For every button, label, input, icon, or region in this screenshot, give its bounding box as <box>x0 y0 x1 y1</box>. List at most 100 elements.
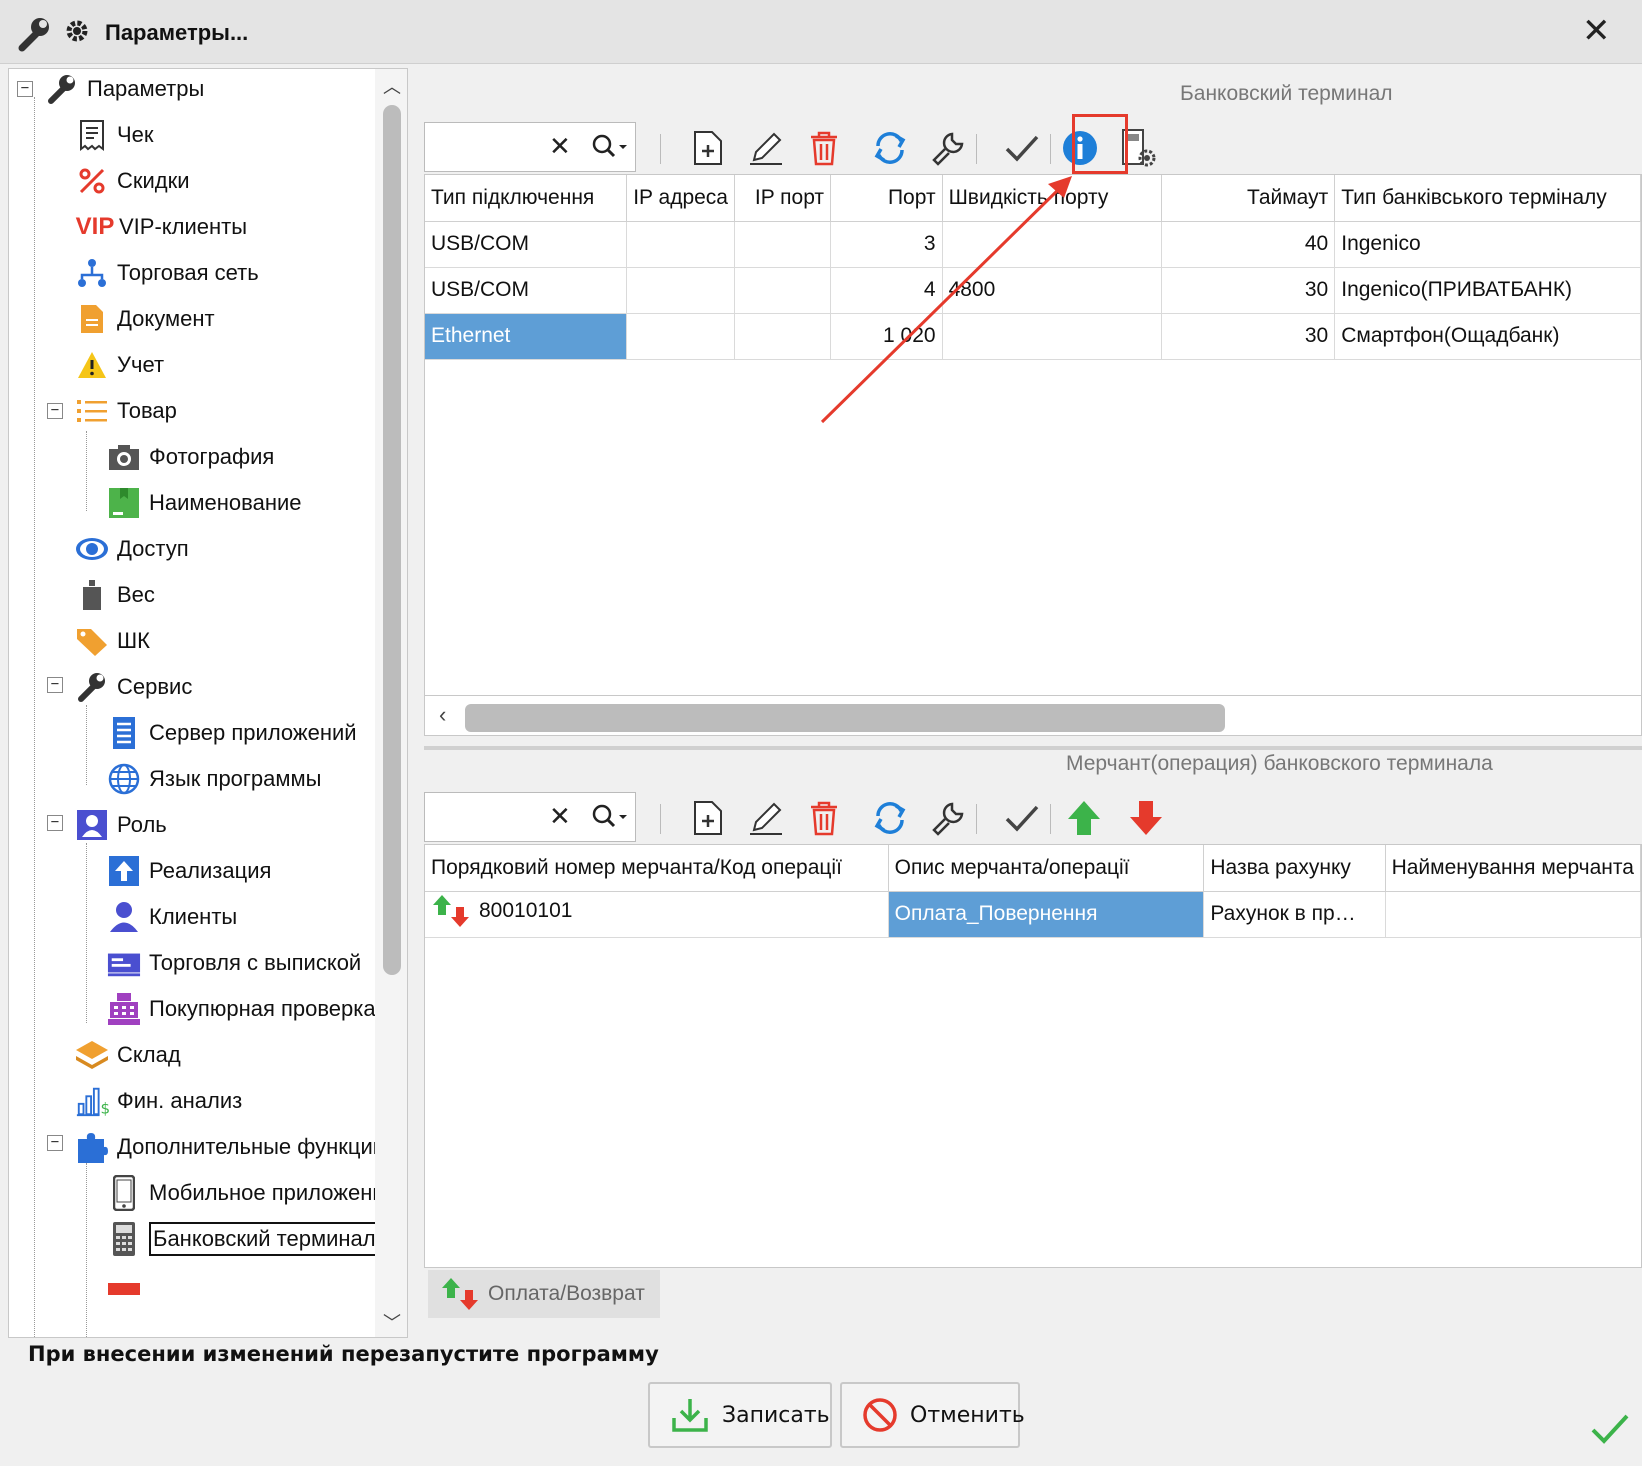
search-input[interactable]: ✕ <box>424 792 636 842</box>
column-header[interactable]: IP порт <box>734 175 832 222</box>
table-cell-selected[interactable]: Оплата_Повернення <box>888 891 1205 938</box>
close-icon[interactable]: ✕ <box>1582 14 1611 48</box>
tree-item-app-server[interactable]: Сервер приложений <box>107 713 357 753</box>
tree-item-bank-terminal[interactable]: Банковский терминал <box>107 1219 380 1259</box>
refresh-icon[interactable] <box>868 796 912 840</box>
tree-item-access[interactable]: Доступ <box>75 529 189 569</box>
search-input[interactable]: ✕ <box>424 122 636 172</box>
payment-refund-tab[interactable]: Оплата/Возврат <box>428 1270 660 1318</box>
table-cell-selected[interactable]: Ethernet <box>425 313 628 360</box>
table-cell[interactable] <box>734 313 832 360</box>
scrollbar-thumb[interactable] <box>465 704 1225 732</box>
table-cell[interactable]: Ingenico <box>1334 221 1641 268</box>
table-cell[interactable] <box>942 221 1163 268</box>
tree-item-photo[interactable]: Фотография <box>107 437 274 477</box>
column-header[interactable]: Таймаут <box>1161 175 1336 222</box>
settings-tree[interactable]: − − − − − Параметры Чек Скидки VIP VIP-к… <box>8 68 408 1338</box>
table-cell[interactable]: 1 020 <box>830 313 943 360</box>
arrow-up-icon[interactable] <box>1062 796 1106 840</box>
table-cell[interactable]: 30 <box>1161 313 1336 360</box>
delete-icon[interactable] <box>802 796 846 840</box>
tree-collapse-toggle[interactable]: − <box>47 403 63 419</box>
table-cell[interactable]: USB/COM <box>425 267 628 314</box>
tree-item-sales[interactable]: Реализация <box>107 851 271 891</box>
tree-item-fin-analysis[interactable]: $ Фин. анализ <box>75 1081 242 1121</box>
refresh-icon[interactable] <box>868 126 912 170</box>
column-header[interactable]: Порядковий номер мерчанта/Код операції <box>425 845 889 892</box>
table-cell[interactable]: 4800 <box>942 267 1163 314</box>
chevron-down-icon[interactable]: ﹀ <box>383 1309 401 1335</box>
settings-wrench-icon[interactable] <box>926 796 970 840</box>
table-cell[interactable]: Рахунок в пр… <box>1203 891 1386 938</box>
clear-search-icon[interactable]: ✕ <box>549 131 571 162</box>
edit-icon[interactable] <box>744 796 788 840</box>
table-row[interactable]: USB/COM 3 40 Ingenico <box>425 221 1641 268</box>
tree-item-name[interactable]: Наименование <box>107 483 302 523</box>
tree-item-weight[interactable]: Вес <box>75 575 155 615</box>
table-row[interactable]: USB/COM 4 4800 30 Ingenico(ПРИВАТБАНК) <box>425 267 1641 314</box>
table-cell[interactable]: 3 <box>830 221 943 268</box>
column-header[interactable]: Швидкість порту <box>942 175 1163 222</box>
chevron-left-icon[interactable]: ‹ <box>439 702 446 728</box>
table-cell[interactable]: Смартфон(Ощадбанк) <box>1334 313 1641 360</box>
column-header[interactable]: Назва рахунку <box>1203 845 1386 892</box>
table-cell[interactable]: 40 <box>1161 221 1336 268</box>
tree-item-role[interactable]: Роль <box>75 805 167 845</box>
tree-item-goods[interactable]: Товар <box>75 391 177 431</box>
tree-item-accounting[interactable]: Учет <box>75 345 164 385</box>
tree-collapse-toggle[interactable]: − <box>17 81 33 97</box>
save-button[interactable]: Записать <box>648 1382 832 1448</box>
tree-item-document[interactable]: Документ <box>75 299 215 339</box>
column-header[interactable]: Порт <box>830 175 943 222</box>
tree-item-parameters[interactable]: Параметры <box>45 69 204 109</box>
panel-splitter[interactable] <box>424 746 1642 750</box>
clear-search-icon[interactable]: ✕ <box>549 801 571 832</box>
tree-item-barcode[interactable]: ШК <box>75 621 150 661</box>
tree-item-language[interactable]: Язык программы <box>107 759 321 799</box>
tree-item-extra-functions[interactable]: Дополнительные функции <box>75 1127 385 1167</box>
tree-item-warehouse[interactable]: Склад <box>75 1035 181 1075</box>
search-icon[interactable] <box>591 803 627 836</box>
table-cell[interactable] <box>626 267 736 314</box>
cancel-button[interactable]: Отменить <box>840 1382 1025 1448</box>
table-cell[interactable] <box>734 221 832 268</box>
table-cell[interactable]: 80010101 <box>425 891 889 938</box>
settings-wrench-icon[interactable] <box>926 126 970 170</box>
apply-check-icon[interactable] <box>1000 126 1044 170</box>
table-cell[interactable]: 30 <box>1161 267 1336 314</box>
chevron-up-icon[interactable]: ︿ <box>383 73 401 99</box>
tree-item-clients[interactable]: Клиенты <box>107 897 237 937</box>
tree-collapse-toggle[interactable]: − <box>47 815 63 831</box>
column-header[interactable]: Тип банківського терміналу <box>1334 175 1641 222</box>
tree-collapse-toggle[interactable]: − <box>47 1135 63 1151</box>
tree-scrollbar[interactable]: ︿ ﹀ <box>375 69 407 1337</box>
table-row[interactable]: 80010101 Оплата_Повернення Рахунок в пр… <box>425 891 1641 938</box>
column-header[interactable]: IP адреса <box>626 175 736 222</box>
apply-check-icon[interactable] <box>1000 796 1044 840</box>
tree-item-partial[interactable] <box>107 1265 149 1305</box>
search-icon[interactable] <box>591 133 627 166</box>
delete-icon[interactable] <box>802 126 846 170</box>
table-cell[interactable] <box>942 313 1163 360</box>
terminal-horizontal-scrollbar[interactable]: ‹ <box>424 696 1642 736</box>
table-row[interactable]: Ethernet 1 020 30 Смартфон(Ощадбанк) <box>425 313 1641 360</box>
tree-item-discounts[interactable]: Скидки <box>75 161 190 201</box>
tree-item-vip[interactable]: VIP VIP-клиенты <box>75 207 247 247</box>
column-header[interactable]: Найменування мерчанта <box>1385 845 1641 892</box>
add-record-icon[interactable] <box>686 796 730 840</box>
tree-item-trade-statement[interactable]: Торговля с выпиской <box>107 943 361 983</box>
add-record-icon[interactable] <box>686 126 730 170</box>
tree-collapse-toggle[interactable]: − <box>47 677 63 693</box>
tree-item-mobile-app[interactable]: Мобильное приложение <box>107 1173 397 1213</box>
table-cell[interactable] <box>1385 891 1641 938</box>
column-header[interactable]: Опис мерчанта/операції <box>888 845 1205 892</box>
tree-item-trade-network[interactable]: Торговая сеть <box>75 253 259 293</box>
tree-item-service[interactable]: Сервис <box>75 667 192 707</box>
arrow-down-icon[interactable] <box>1124 796 1168 840</box>
terminal-table[interactable]: Тип підключення IP адреса IP порт Порт Ш… <box>424 174 1642 696</box>
table-cell[interactable] <box>734 267 832 314</box>
column-header[interactable]: Тип підключення <box>425 175 628 222</box>
table-cell[interactable]: Ingenico(ПРИВАТБАНК) <box>1334 267 1641 314</box>
edit-icon[interactable] <box>744 126 788 170</box>
merchant-table[interactable]: Порядковий номер мерчанта/Код операції О… <box>424 844 1642 1268</box>
